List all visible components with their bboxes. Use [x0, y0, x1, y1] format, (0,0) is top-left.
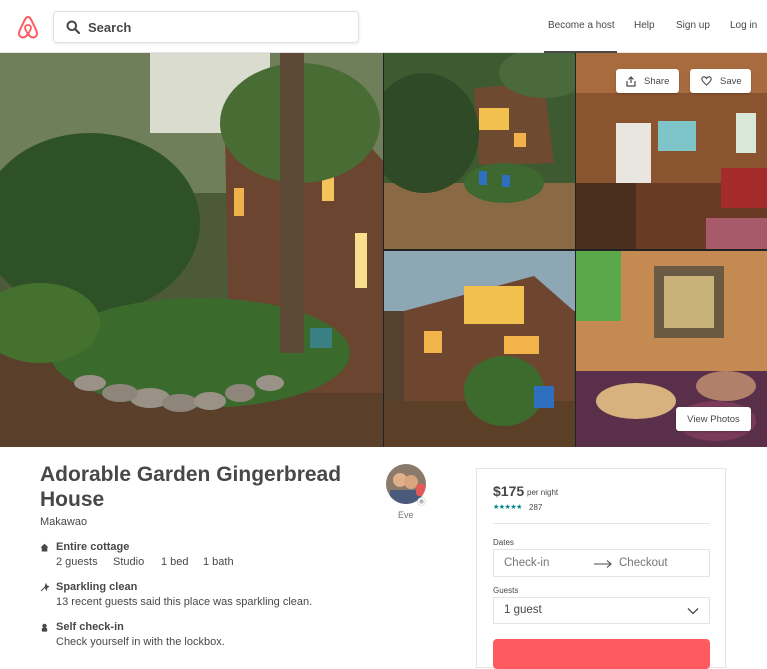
feature-title: Entire cottage [56, 541, 130, 553]
feature-description: Check yourself in with the lockbox. [56, 636, 225, 648]
guests-select[interactable]: 1 guest [493, 597, 710, 624]
home-icon [40, 543, 49, 552]
star-rating[interactable]: ★★★★★ [493, 503, 522, 511]
share-button[interactable]: Share [616, 69, 679, 93]
spec-bedrooms: Studio [113, 556, 145, 568]
book-button[interactable] [493, 639, 710, 669]
photo-4[interactable] [384, 251, 575, 447]
feature-self-check-in: Self check-in Check yourself in with the… [40, 621, 360, 653]
view-photos-label: View Photos [687, 413, 740, 425]
dates-label: Dates [493, 538, 514, 547]
spec-beds: 1 bed [161, 556, 189, 568]
search-input[interactable] [88, 16, 348, 38]
heart-icon [701, 76, 712, 86]
booking-card: $175 per night ★★★★★ 287 Dates Check-in … [476, 468, 726, 669]
review-count[interactable]: 287 [529, 503, 542, 512]
feature-sparkling-clean: Sparkling clean 13 recent guests said th… [40, 581, 360, 613]
nav-log-in[interactable]: Log in [730, 20, 757, 31]
airbnb-logo-icon[interactable] [17, 15, 39, 39]
card-divider [493, 523, 710, 524]
checkout-input[interactable]: Checkout [619, 557, 668, 569]
guests-value: 1 guest [504, 604, 542, 616]
nightly-price: $175 [493, 483, 525, 499]
spec-guests: 2 guests [56, 556, 98, 568]
feature-description: 13 recent guests said this place was spa… [56, 596, 313, 608]
save-label: Save [720, 75, 742, 87]
per-night-label: per night [527, 488, 559, 497]
share-icon [626, 75, 636, 87]
share-label: Share [644, 75, 670, 87]
photo-gallery: Share Save View Photos [0, 53, 767, 447]
feature-entire-cottage: Entire cottage 2 guests Studio 1 bed 1 b… [40, 541, 340, 573]
arrow-right-icon [594, 560, 612, 568]
chevron-down-icon [687, 608, 699, 615]
listing-location: Makawao [40, 516, 88, 528]
dates-field: Check-in Checkout [493, 549, 710, 577]
top-nav-bar: Become a host Help Sign up Log in [0, 0, 767, 53]
feature-title: Self check-in [56, 621, 124, 633]
superhost-badge-icon [417, 497, 426, 506]
main-photo[interactable] [0, 53, 383, 447]
listing-title: Adorable Garden Gingerbread House [40, 463, 342, 511]
view-photos-button[interactable]: View Photos [676, 407, 751, 431]
photo-2[interactable] [384, 53, 575, 249]
search-bar[interactable] [53, 11, 359, 43]
host-name[interactable]: Eve [398, 510, 414, 520]
sparkle-icon [40, 583, 49, 592]
save-button[interactable]: Save [690, 69, 751, 93]
nav-become-host[interactable]: Become a host [548, 20, 615, 31]
spec-baths: 1 bath [203, 556, 234, 568]
search-icon [66, 20, 80, 34]
nav-help[interactable]: Help [634, 20, 655, 31]
nav-sign-up[interactable]: Sign up [676, 20, 710, 31]
key-icon [41, 623, 48, 632]
feature-title: Sparkling clean [56, 581, 138, 593]
checkin-input[interactable]: Check-in [504, 557, 549, 569]
guests-label: Guests [493, 586, 519, 595]
